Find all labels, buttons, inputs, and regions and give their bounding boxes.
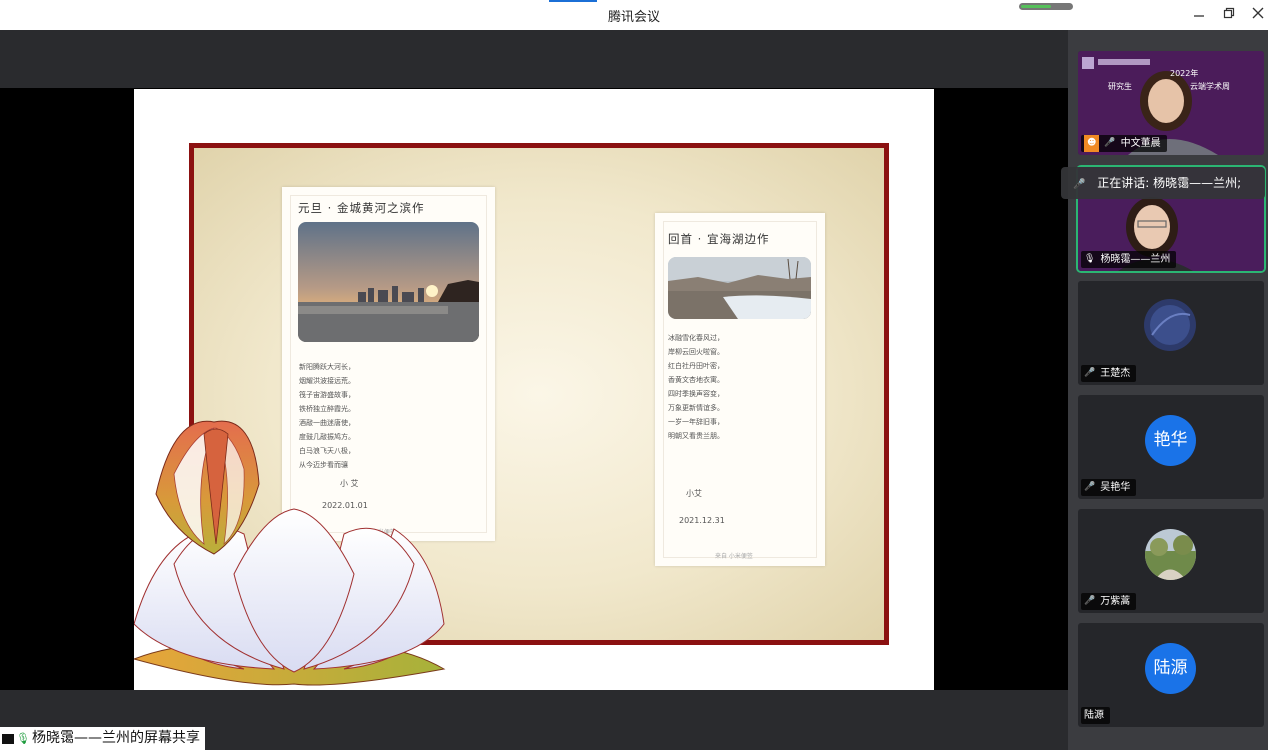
speaking-banner: 🎤 正在讲话: 杨晓霭——兰州; — [1061, 167, 1265, 199]
poem-line: 烟耀洪波接远荒。 — [299, 377, 355, 385]
screen-share-icon — [2, 733, 14, 744]
participant-namebar: 🎤 吴艳华 — [1081, 479, 1137, 496]
mic-icon: 🎙 — [1084, 254, 1096, 264]
top-toolbar-area — [0, 30, 1068, 88]
participant-tile[interactable]: 2022年 研究生 云端学术周 ☻ 🎤 中文董晨 — [1078, 51, 1264, 155]
poem-author-right: 小艾 — [686, 489, 702, 498]
avatar: 陆源 — [1145, 643, 1196, 694]
close-icon[interactable] — [1247, 4, 1268, 26]
poem-line: 筏子宙游盛故事， — [299, 391, 355, 399]
network-indicator-fill — [1021, 5, 1051, 8]
poem-line: 红白社丹田叶密， — [668, 362, 724, 370]
poem-date-right: 2021.12.31 — [679, 516, 725, 525]
poem-source-right: 来自 小米便签 — [715, 553, 753, 560]
poem-card-right: 回首 · 宜海湖边作 冰融雪化春风过， 岸柳云回火啦窗。 红白社丹田叶密， 香黄… — [655, 213, 825, 566]
mic-muted-icon: 🎤 — [1084, 596, 1096, 606]
poem-line: 四时季换声容变， — [668, 390, 724, 398]
mic-muted-icon: 🎤 — [1073, 179, 1086, 190]
minimize-icon[interactable] — [1188, 4, 1210, 26]
poem-line: 香黄文杏地衣寓。 — [668, 376, 724, 384]
participant-namebar: 🎤 万紫蒿 — [1081, 593, 1137, 610]
user-icon: ☻ — [1084, 135, 1100, 152]
participant-namebar: ☻ 🎤 中文董晨 — [1081, 135, 1167, 152]
overlay-year: 2022年 — [1170, 69, 1199, 78]
poem-line: 冰融雪化春风过， — [668, 334, 724, 342]
lotus-decoration — [134, 420, 446, 686]
shared-slide: 元旦 · 金城黄河之滨作 新阳腾跃大河长， 烟耀洪波接远荒。 筏子宙游盛故事， … — [134, 89, 934, 690]
poem-line: 万象更新情谊多。 — [668, 404, 724, 412]
poem-line: 新阳腾跃大河长， — [299, 363, 355, 371]
poem-lines-right: 冰融雪化春风过， 岸柳云回火啦窗。 红白社丹田叶密， 香黄文杏地衣寓。 四时季换… — [668, 331, 724, 443]
avatar: 艳华 — [1145, 415, 1196, 466]
overlay-text: 云端学术周 — [1190, 82, 1230, 91]
participant-tile[interactable]: 陆源 陆源 — [1078, 623, 1264, 727]
restore-icon[interactable] — [1218, 4, 1240, 26]
participant-name: 杨晓霭——兰州 — [1100, 254, 1171, 265]
participant-namebar: 🎙 杨晓霭——兰州 — [1081, 251, 1177, 268]
poem-title-right: 回首 · 宜海湖边作 — [668, 232, 770, 246]
participant-name: 中文董晨 — [1120, 138, 1161, 149]
mic-icon: 🎙 — [16, 732, 30, 745]
participant-name: 陆源 — [1084, 710, 1104, 721]
photo-sunset — [298, 222, 479, 342]
poem-line: 岸柳云回火啦窗。 — [668, 348, 724, 356]
screen-share-text: 杨晓霭——兰州的屏幕共享 — [31, 730, 200, 746]
participant-namebar: 陆源 — [1081, 707, 1110, 724]
mic-muted-icon: 🎤 — [1084, 482, 1096, 492]
speaking-text: 正在讲话: 杨晓霭——兰州; — [1097, 176, 1242, 190]
screen-share-label[interactable]: 🎙 杨晓霭——兰州的屏幕共享 — [0, 727, 205, 750]
poem-title-left: 元旦 · 金城黄河之滨作 — [298, 201, 425, 215]
avatar — [1145, 529, 1196, 580]
overlay-text: 研究生 — [1108, 82, 1132, 91]
participant-name: 王楚杰 — [1100, 368, 1131, 379]
poem-line: 一岁一年辞旧事， — [668, 418, 724, 426]
mic-muted-icon: 🎤 — [1104, 138, 1116, 148]
photo-lake — [668, 257, 811, 319]
mic-muted-icon: 🎤 — [1084, 368, 1096, 378]
participant-name: 吴艳华 — [1100, 482, 1131, 493]
window-title: 腾讯会议 — [607, 10, 660, 25]
participant-tile[interactable]: 艳华 🎤 吴艳华 — [1078, 395, 1264, 499]
participant-name: 万紫蒿 — [1100, 596, 1131, 607]
poem-line: 明朝又看贵兰朋。 — [668, 432, 724, 440]
title-bar: 腾讯会议 — [0, 0, 1268, 30]
participant-tile[interactable]: 🎤 王楚杰 — [1078, 281, 1264, 385]
title-accent-line — [549, 0, 597, 2]
participant-namebar: 🎤 王楚杰 — [1081, 365, 1137, 382]
participant-tile[interactable]: 🎤 万紫蒿 — [1078, 509, 1264, 613]
